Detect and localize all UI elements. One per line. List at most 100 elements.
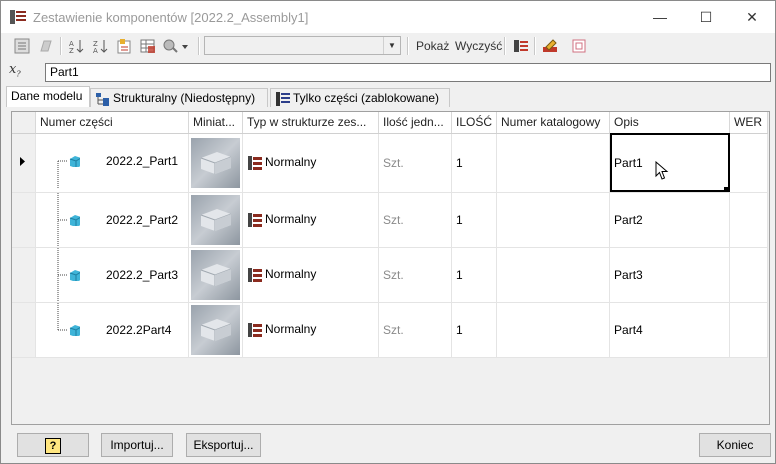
edit-disabled-icon[interactable]: [37, 37, 55, 55]
catalog-number-cell[interactable]: [496, 247, 611, 303]
table-row[interactable]: 2022.2Part4 Normalny Szt. 1 Part4: [12, 302, 769, 358]
revision-cell[interactable]: [729, 247, 769, 303]
structure-normal-icon: [248, 322, 262, 337]
clear-button[interactable]: Wyczyść: [455, 39, 502, 53]
structured-icon: [95, 91, 111, 107]
column-header-catalog-number[interactable]: Numer katalogowy: [496, 112, 611, 134]
edit-properties-icon[interactable]: [541, 37, 559, 55]
column-header-unit-quantity[interactable]: Ilość jedn...: [378, 112, 452, 134]
toolbar-separator: [407, 37, 409, 55]
structure-type-cell[interactable]: Normalny: [242, 302, 379, 358]
renumber-icon[interactable]: [115, 37, 133, 55]
export-button[interactable]: Eksportuj...: [186, 433, 261, 457]
tab-model-data[interactable]: Dane modelu: [6, 86, 90, 107]
chevron-down-icon[interactable]: ▼: [383, 37, 400, 54]
close-window-button[interactable]: ✕: [729, 1, 775, 33]
part-thumbnail: [191, 304, 240, 355]
description-text: Part1: [614, 155, 643, 170]
bom-grid: Numer części Miniat... Typ w strukturze …: [11, 111, 770, 425]
formula-input[interactable]: Part1: [45, 63, 771, 82]
revision-cell[interactable]: [729, 192, 769, 248]
column-header-quantity[interactable]: ILOŚĆ: [451, 112, 498, 134]
show-button[interactable]: Pokaż: [416, 39, 449, 53]
bom-window: Zestawienie komponentów [2022.2_Assembly…: [0, 0, 776, 464]
sort-ascending-icon[interactable]: AZ: [67, 37, 85, 55]
close-dialog-button[interactable]: Koniec: [699, 433, 771, 457]
part-properties-icon[interactable]: [570, 37, 588, 55]
unit-quantity-cell[interactable]: Szt.: [378, 247, 452, 303]
part-number-cell[interactable]: 2022.2_Part3: [35, 247, 189, 303]
row-selector-header[interactable]: [12, 112, 36, 134]
row-selector[interactable]: [12, 192, 36, 248]
structure-type-text: Normalny: [265, 266, 317, 281]
structure-type-cell[interactable]: Normalny: [242, 247, 379, 303]
tab-structured[interactable]: Strukturalny (Niedostępny): [90, 88, 268, 107]
table-row[interactable]: 2022.2_Part2 Normalny Szt. 1 Part2: [12, 192, 769, 248]
column-header-part-number[interactable]: Numer części: [35, 112, 189, 134]
row-selector[interactable]: [12, 302, 36, 358]
fill-handle[interactable]: [724, 186, 729, 191]
structure-type-text: Normalny: [265, 321, 317, 336]
unit-quantity-cell[interactable]: Szt.: [378, 133, 452, 193]
minimize-button[interactable]: —: [637, 1, 683, 33]
catalog-number-cell[interactable]: [496, 192, 611, 248]
thumbnail-cell: [188, 247, 243, 303]
quantity-cell[interactable]: 1: [451, 133, 498, 193]
toolbar-separator: [504, 37, 506, 55]
import-button[interactable]: Importuj...: [101, 433, 173, 457]
part-number-text: 2022.2_Part2: [106, 212, 179, 227]
revision-cell[interactable]: [729, 302, 769, 358]
formula-icon[interactable]: x?: [9, 62, 39, 82]
column-header-description[interactable]: Opis: [609, 112, 731, 134]
part-thumbnail: [191, 249, 240, 300]
help-icon: ?: [45, 438, 61, 454]
catalog-number-cell[interactable]: [496, 302, 611, 358]
bom-app-icon: [10, 10, 26, 24]
description-cell-active[interactable]: Part1: [609, 133, 731, 193]
box-thumbnail-icon: [200, 151, 232, 174]
part-number-cell[interactable]: 2022.2Part4: [35, 302, 189, 358]
description-cell[interactable]: Part4: [609, 302, 731, 358]
part-thumbnail: [191, 194, 240, 245]
view-filter-combo[interactable]: ▼: [204, 36, 401, 55]
part-number-text: 2022.2_Part3: [106, 267, 179, 282]
export-columns-icon[interactable]: [512, 37, 530, 55]
quantity-cell[interactable]: 1: [451, 247, 498, 303]
structure-normal-icon: [248, 212, 262, 227]
column-header-revision[interactable]: WER: [729, 112, 769, 134]
structure-normal-icon: [248, 155, 262, 170]
tab-parts-only[interactable]: Tylko części (zablokowane): [270, 88, 450, 107]
structure-type-cell[interactable]: Normalny: [242, 192, 379, 248]
part-icon: [69, 269, 80, 281]
thumbnail-cell: [188, 192, 243, 248]
structure-type-text: Normalny: [265, 154, 317, 169]
part-number-cell[interactable]: 2022.2_Part2: [35, 192, 189, 248]
svg-text:Z: Z: [69, 47, 74, 54]
structure-type-cell[interactable]: Normalny: [242, 133, 379, 193]
quantity-cell[interactable]: 1: [451, 302, 498, 358]
catalog-number-cell[interactable]: [496, 133, 611, 193]
quantity-cell[interactable]: 1: [451, 192, 498, 248]
toolbar-separator: [198, 37, 200, 55]
bom-settings-icon[interactable]: [13, 37, 31, 55]
unit-quantity-cell[interactable]: Szt.: [378, 302, 452, 358]
part-number-cell[interactable]: 2022.2_Part1: [35, 133, 189, 193]
description-cell[interactable]: Part3: [609, 247, 731, 303]
help-button[interactable]: ?: [17, 433, 89, 457]
maximize-button[interactable]: ☐: [683, 1, 729, 33]
row-selector[interactable]: [12, 247, 36, 303]
part-thumbnail: [191, 137, 240, 188]
title-bar: Zestawienie komponentów [2022.2_Assembly…: [1, 1, 775, 33]
column-header-thumbnail[interactable]: Miniat...: [188, 112, 243, 134]
description-cell[interactable]: Part2: [609, 192, 731, 248]
unit-quantity-cell[interactable]: Szt.: [378, 192, 452, 248]
toolbar-separator: [534, 37, 536, 55]
view-options-dropdown-icon[interactable]: [163, 37, 191, 55]
structure-normal-icon: [248, 267, 262, 282]
sort-descending-icon[interactable]: ZA: [91, 37, 109, 55]
column-header-structure-type[interactable]: Typ w strukturze zes...: [242, 112, 379, 134]
revision-cell[interactable]: [729, 133, 769, 193]
row-selector[interactable]: [12, 133, 36, 193]
table-grid-icon[interactable]: [139, 37, 157, 55]
table-row[interactable]: 2022.2_Part3 Normalny Szt. 1 Part3: [12, 247, 769, 303]
